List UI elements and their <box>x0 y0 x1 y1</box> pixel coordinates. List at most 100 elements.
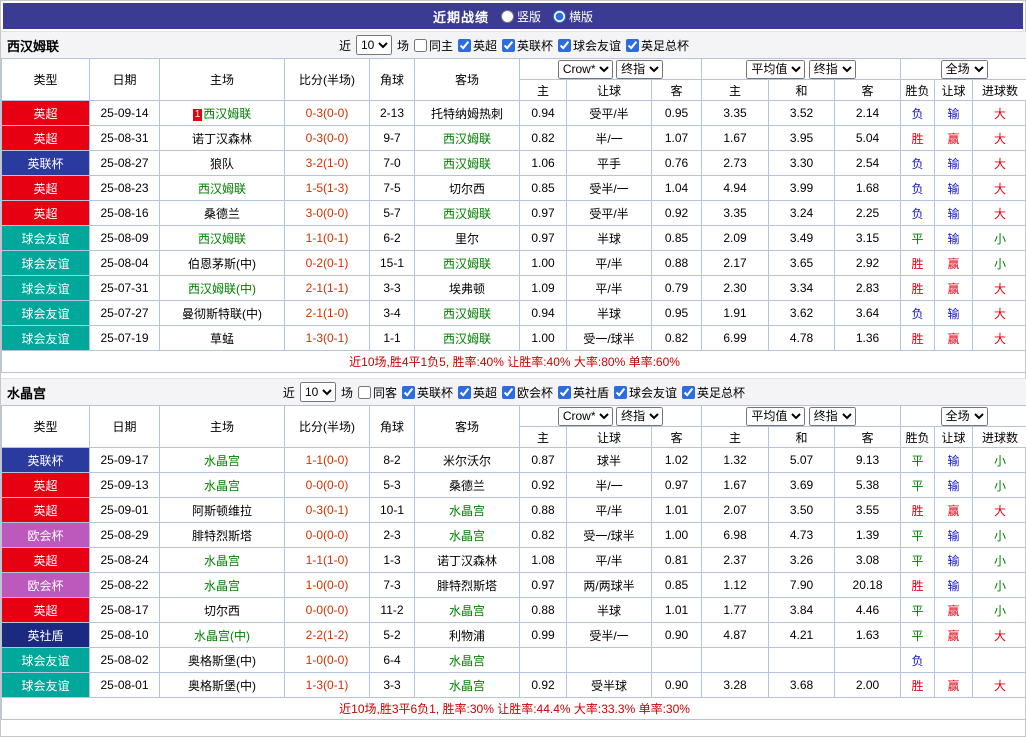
view-option-horizontal[interactable]: 横版 <box>553 8 593 25</box>
match-score[interactable]: 2-1(1-1) <box>284 275 370 301</box>
league-checkbox[interactable] <box>401 385 415 399</box>
away-team[interactable]: 西汉姆联 <box>414 325 520 351</box>
same-away-filter[interactable]: 同客 <box>357 384 397 401</box>
home-team[interactable]: 诺丁汉森林 <box>159 125 285 151</box>
away-team[interactable]: 水晶宫 <box>414 522 520 548</box>
home-team[interactable]: 西汉姆联(中) <box>159 275 285 301</box>
away-team[interactable]: 切尔西 <box>414 175 520 201</box>
match-score[interactable]: 1-1(1-0) <box>284 547 370 573</box>
match-score[interactable]: 1-3(0-1) <box>284 672 370 698</box>
league-checkbox[interactable] <box>614 385 628 399</box>
league-checkbox[interactable] <box>626 38 640 52</box>
match-count-select[interactable]: 10 <box>299 382 336 402</box>
home-team[interactable]: 水晶宫 <box>159 572 285 598</box>
avg-source-select[interactable]: 平均值 <box>746 406 806 426</box>
match-score[interactable]: 1-5(1-3) <box>284 175 370 201</box>
match-score[interactable]: 3-2(1-0) <box>284 150 370 176</box>
league-filter[interactable]: 英超 <box>457 384 497 401</box>
match-score[interactable]: 1-3(0-1) <box>284 325 370 351</box>
league-checkbox[interactable] <box>502 38 515 52</box>
away-team[interactable]: 西汉姆联 <box>414 150 520 176</box>
match-score[interactable]: 1-0(0-0) <box>284 572 370 598</box>
view-option-vertical[interactable]: 竖版 <box>500 8 541 25</box>
away-team[interactable]: 西汉姆联 <box>414 200 520 226</box>
away-team[interactable]: 水晶宫 <box>414 672 520 698</box>
home-team[interactable]: 水晶宫(中) <box>159 622 285 648</box>
match-score[interactable]: 0-0(0-0) <box>284 522 370 548</box>
home-team[interactable]: 水晶宫 <box>159 447 285 473</box>
match-score[interactable]: 2-2(1-2) <box>284 622 370 648</box>
match-score[interactable]: 0-0(0-0) <box>284 472 370 498</box>
league-filter[interactable]: 英超 <box>457 37 497 54</box>
home-team[interactable]: 阿斯顿维拉 <box>159 497 285 523</box>
league-checkbox[interactable] <box>682 385 696 399</box>
away-team[interactable]: 埃弗顿 <box>414 275 520 301</box>
league-checkbox[interactable] <box>558 38 572 52</box>
away-team[interactable]: 西汉姆联 <box>414 125 520 151</box>
league-checkbox[interactable] <box>457 38 471 52</box>
home-team[interactable]: 切尔西 <box>159 597 285 623</box>
odds-final-select[interactable]: 终指 <box>616 59 664 79</box>
avg-source-select[interactable]: 平均值 <box>746 59 806 79</box>
same-away-checkbox[interactable] <box>357 385 371 399</box>
away-team[interactable]: 里尔 <box>414 225 520 251</box>
league-filter[interactable]: 英足总杯 <box>682 384 745 401</box>
home-team[interactable]: 狼队 <box>159 150 285 176</box>
vertical-view-radio[interactable] <box>500 9 514 23</box>
same-home-filter[interactable]: 同主 <box>413 37 453 54</box>
scope-select[interactable]: 全场 <box>940 406 988 426</box>
odds-source-select[interactable]: Crow* <box>557 406 613 426</box>
home-team[interactable]: 西汉姆联 <box>159 225 285 251</box>
home-team[interactable]: 奥格斯堡(中) <box>159 647 285 673</box>
home-team[interactable]: 伯恩茅斯(中) <box>159 250 285 276</box>
match-score[interactable]: 1-0(0-0) <box>284 647 370 673</box>
league-checkbox[interactable] <box>558 385 572 399</box>
away-team[interactable]: 托特纳姆热刺 <box>414 100 520 126</box>
league-checkbox[interactable] <box>502 385 515 399</box>
match-score[interactable]: 0-3(0-0) <box>284 100 370 126</box>
league-filter[interactable]: 球会友谊 <box>614 384 677 401</box>
away-team[interactable]: 西汉姆联 <box>414 250 520 276</box>
home-team[interactable]: 曼彻斯特联(中) <box>159 300 285 326</box>
match-score[interactable]: 0-0(0-0) <box>284 597 370 623</box>
away-team[interactable]: 西汉姆联 <box>414 300 520 326</box>
league-checkbox[interactable] <box>457 385 471 399</box>
avg-final-select[interactable]: 终指 <box>808 406 856 426</box>
league-filter[interactable]: 英联杯 <box>401 384 453 401</box>
away-team[interactable]: 腓特烈斯塔 <box>414 572 520 598</box>
match-score[interactable]: 2-1(1-0) <box>284 300 370 326</box>
home-team[interactable]: 草蜢 <box>159 325 285 351</box>
match-score[interactable]: 0-2(0-1) <box>284 250 370 276</box>
match-score[interactable]: 0-3(0-0) <box>284 125 370 151</box>
away-team[interactable]: 水晶宫 <box>414 647 520 673</box>
match-score[interactable]: 1-1(0-0) <box>284 447 370 473</box>
league-filter[interactable]: 球会友谊 <box>558 37 621 54</box>
away-team[interactable]: 米尔沃尔 <box>414 447 520 473</box>
home-team[interactable]: 水晶宫 <box>159 547 285 573</box>
home-team[interactable]: 奥格斯堡(中) <box>159 672 285 698</box>
league-filter[interactable]: 欧会杯 <box>502 384 553 401</box>
avg-final-select[interactable]: 终指 <box>808 59 856 79</box>
away-team[interactable]: 水晶宫 <box>414 497 520 523</box>
match-score[interactable]: 1-1(0-1) <box>284 225 370 251</box>
league-filter[interactable]: 英联杯 <box>502 37 553 54</box>
away-team[interactable]: 水晶宫 <box>414 597 520 623</box>
odds-final-select[interactable]: 终指 <box>616 406 664 426</box>
league-filter[interactable]: 英社盾 <box>558 384 609 401</box>
home-team[interactable]: 腓特烈斯塔 <box>159 522 285 548</box>
horizontal-view-radio[interactable] <box>553 9 566 23</box>
home-team[interactable]: 水晶宫 <box>159 472 285 498</box>
home-team[interactable]: 桑德兰 <box>159 200 285 226</box>
away-team[interactable]: 利物浦 <box>414 622 520 648</box>
away-team[interactable]: 桑德兰 <box>414 472 520 498</box>
scope-select[interactable]: 全场 <box>940 59 988 79</box>
odds-source-select[interactable]: Crow* <box>557 59 613 79</box>
home-team[interactable]: 1 西汉姆联 <box>159 100 285 126</box>
match-count-select[interactable]: 10 <box>355 35 392 55</box>
same-home-checkbox[interactable] <box>413 38 427 52</box>
home-team[interactable]: 西汉姆联 <box>159 175 285 201</box>
match-score[interactable]: 0-3(0-1) <box>284 497 370 523</box>
match-score[interactable]: 3-0(0-0) <box>284 200 370 226</box>
league-filter[interactable]: 英足总杯 <box>626 37 689 54</box>
away-team[interactable]: 诺丁汉森林 <box>414 547 520 573</box>
